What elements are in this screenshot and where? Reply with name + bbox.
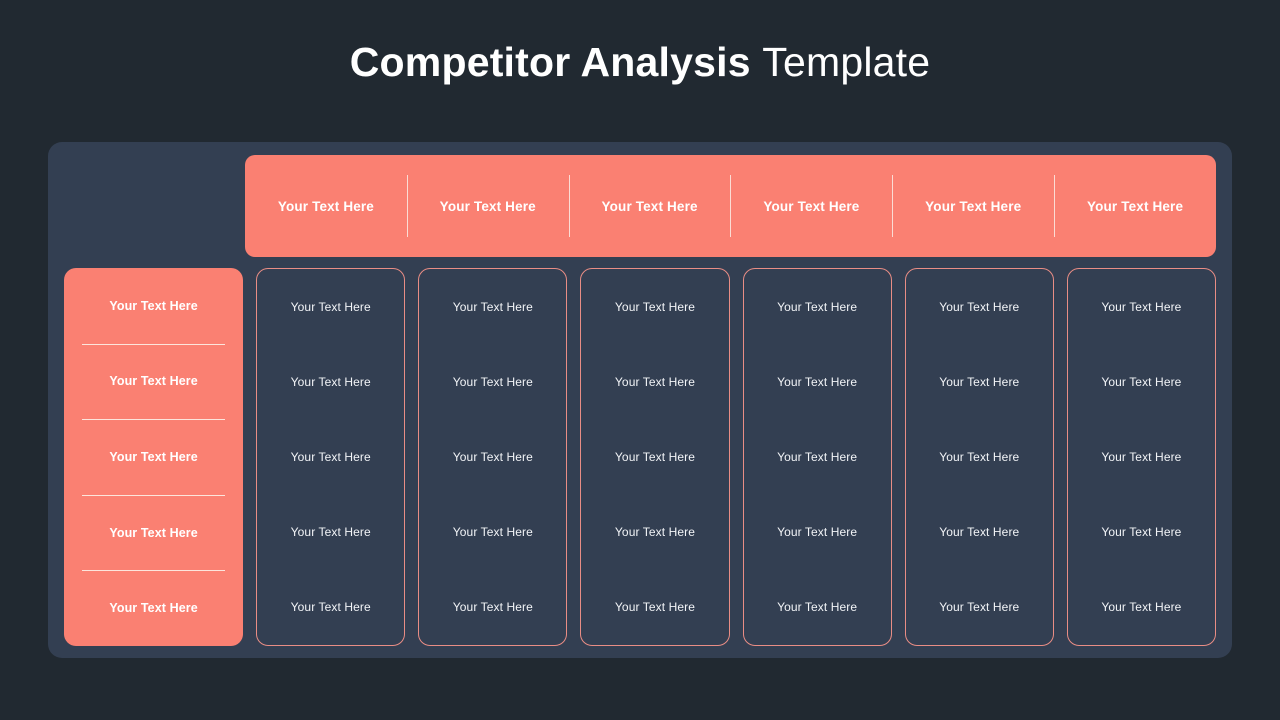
title-light-word: Template <box>762 39 931 85</box>
page-title: Competitor Analysis Template <box>0 36 1280 88</box>
column-cell[interactable]: Your Text Here <box>419 495 566 570</box>
header-cell-label: Your Text Here <box>925 198 1022 214</box>
column-cell[interactable]: Your Text Here <box>419 269 566 344</box>
column-cell[interactable]: Your Text Here <box>419 419 566 494</box>
column-cell-label: Your Text Here <box>109 601 198 616</box>
column-cell-label: Your Text Here <box>939 374 1020 389</box>
column-cell[interactable]: Your Text Here <box>744 419 891 494</box>
column-cell[interactable]: Your Text Here <box>80 419 227 495</box>
header-cell-label: Your Text Here <box>277 198 374 214</box>
column-cell-label: Your Text Here <box>777 450 858 464</box>
column-cell[interactable]: Your Text Here <box>80 343 227 420</box>
header-cell[interactable]: Your Text Here <box>892 155 1054 257</box>
column-cell[interactable]: Your Text Here <box>581 495 728 570</box>
column-cell-label: Your Text Here <box>109 374 198 389</box>
column-cell-label: Your Text Here <box>777 374 858 389</box>
column-cell-label: Your Text Here <box>614 374 696 389</box>
column-cell-label: Your Text Here <box>1101 450 1182 464</box>
header-cell[interactable]: Your Text Here <box>730 155 892 257</box>
column-cell-label: Your Text Here <box>939 450 1020 464</box>
column-cell-label: Your Text Here <box>290 450 371 464</box>
column-cell[interactable]: Your Text Here <box>906 269 1053 344</box>
header-row: Your Text Here Your Text Here Your Text He… <box>245 155 1216 257</box>
header-cell-label: Your Text Here <box>763 198 860 214</box>
column-cell-label: Your Text Here <box>109 449 198 464</box>
column-cell-label: Your Text Here <box>290 374 371 389</box>
column-primary[interactable]: Your Text Here Your Text Here Your Text He… <box>64 268 244 646</box>
column-cell[interactable]: Your Text Here <box>581 344 728 419</box>
column-cell[interactable]: Your Text Here <box>906 419 1053 494</box>
column-cell[interactable]: Your Text Here <box>581 269 728 344</box>
header-cell-label: Your Text Here <box>1086 198 1184 214</box>
title-text: Competitor Analysis Template <box>0 36 1280 88</box>
column-cell[interactable]: Your Text Here <box>80 494 227 571</box>
header-cell[interactable]: Your Text Here <box>1054 155 1216 257</box>
column-item[interactable]: Your Text Here Your Text Here Your Text He… <box>742 268 892 646</box>
column-cell-label: Your Text Here <box>614 600 696 615</box>
column-cell[interactable]: Your Text Here <box>906 495 1053 570</box>
header-cell[interactable]: Your Text Here <box>407 155 569 257</box>
column-cell[interactable]: Your Text Here <box>581 570 728 645</box>
column-cell[interactable]: Your Text Here <box>744 495 891 570</box>
column-cell[interactable]: Your Text Here <box>257 495 404 570</box>
column-cell[interactable]: Your Text Here <box>257 269 404 344</box>
header-cell-label: Your Text Here <box>601 198 698 214</box>
column-cell-label: Your Text Here <box>452 600 533 615</box>
columns-row: Your Text Here Your Text Here Your Text He… <box>64 268 1216 646</box>
column-cell-label: Your Text Here <box>452 525 533 540</box>
column-cell-label: Your Text Here <box>614 450 696 464</box>
column-cell-label: Your Text Here <box>939 600 1020 615</box>
column-cell[interactable]: Your Text Here <box>906 570 1053 645</box>
column-item[interactable]: Your Text Here Your Text Here Your Text He… <box>1066 268 1216 646</box>
column-cell-label: Your Text Here <box>1101 600 1182 615</box>
column-cell-label: Your Text Here <box>452 450 533 464</box>
column-cell-label: Your Text Here <box>1101 374 1182 389</box>
column-cell[interactable]: Your Text Here <box>80 268 227 344</box>
column-cell-label: Your Text Here <box>939 299 1020 314</box>
column-cell[interactable]: Your Text Here <box>257 419 404 494</box>
column-cell-label: Your Text Here <box>614 525 696 540</box>
column-cell-label: Your Text Here <box>777 525 858 540</box>
column-cell-label: Your Text Here <box>290 600 371 615</box>
column-cell-label: Your Text Here <box>1101 525 1182 540</box>
column-cell[interactable]: Your Text Here <box>744 269 891 344</box>
column-cell[interactable]: Your Text Here <box>1068 570 1215 645</box>
column-cell-label: Your Text Here <box>939 525 1020 540</box>
column-cell[interactable]: Your Text Here <box>744 570 891 645</box>
column-item[interactable]: Your Text Here Your Text Here Your Text He… <box>580 268 730 646</box>
header-cell[interactable]: Your Text Here <box>245 155 407 257</box>
column-cell[interactable]: Your Text Here <box>906 344 1053 419</box>
column-item[interactable]: Your Text Here Your Text Here Your Text He… <box>256 268 406 646</box>
column-cell-label: Your Text Here <box>614 299 696 314</box>
column-cell[interactable]: Your Text Here <box>419 344 566 419</box>
title-light-part <box>751 39 763 85</box>
column-cell-label: Your Text Here <box>290 299 371 314</box>
column-cell[interactable]: Your Text Here <box>257 344 404 419</box>
column-cell-label: Your Text Here <box>452 299 533 314</box>
column-cell-label: Your Text Here <box>777 299 858 314</box>
column-cell[interactable]: Your Text Here <box>1068 344 1215 419</box>
header-cell-label: Your Text Here <box>439 198 536 214</box>
column-cell[interactable]: Your Text Here <box>1068 495 1215 570</box>
column-cell-label: Your Text Here <box>1101 299 1182 314</box>
column-cell[interactable]: Your Text Here <box>1068 269 1215 344</box>
column-cell-label: Your Text Here <box>109 525 198 540</box>
column-item[interactable]: Your Text Here Your Text Here Your Text He… <box>904 268 1054 646</box>
column-cell[interactable]: Your Text Here <box>744 344 891 419</box>
column-cell[interactable]: Your Text Here <box>1068 419 1215 494</box>
column-cell[interactable]: Your Text Here <box>581 419 728 494</box>
column-cell[interactable]: Your Text Here <box>257 570 404 645</box>
slide-canvas: Competitor Analysis Template Your Text H… <box>0 0 1280 720</box>
header-cell[interactable]: Your Text Here <box>569 155 731 257</box>
column-cell-label: Your Text Here <box>109 298 198 313</box>
column-cell-label: Your Text Here <box>290 525 371 540</box>
column-cell-label: Your Text Here <box>452 374 533 389</box>
column-cell-label: Your Text Here <box>777 600 858 615</box>
column-cell[interactable]: Your Text Here <box>80 570 227 646</box>
title-bold-part: Competitor Analysis <box>349 39 751 85</box>
column-cell[interactable]: Your Text Here <box>419 570 566 645</box>
column-item[interactable]: Your Text Here Your Text Here Your Text He… <box>418 268 568 646</box>
